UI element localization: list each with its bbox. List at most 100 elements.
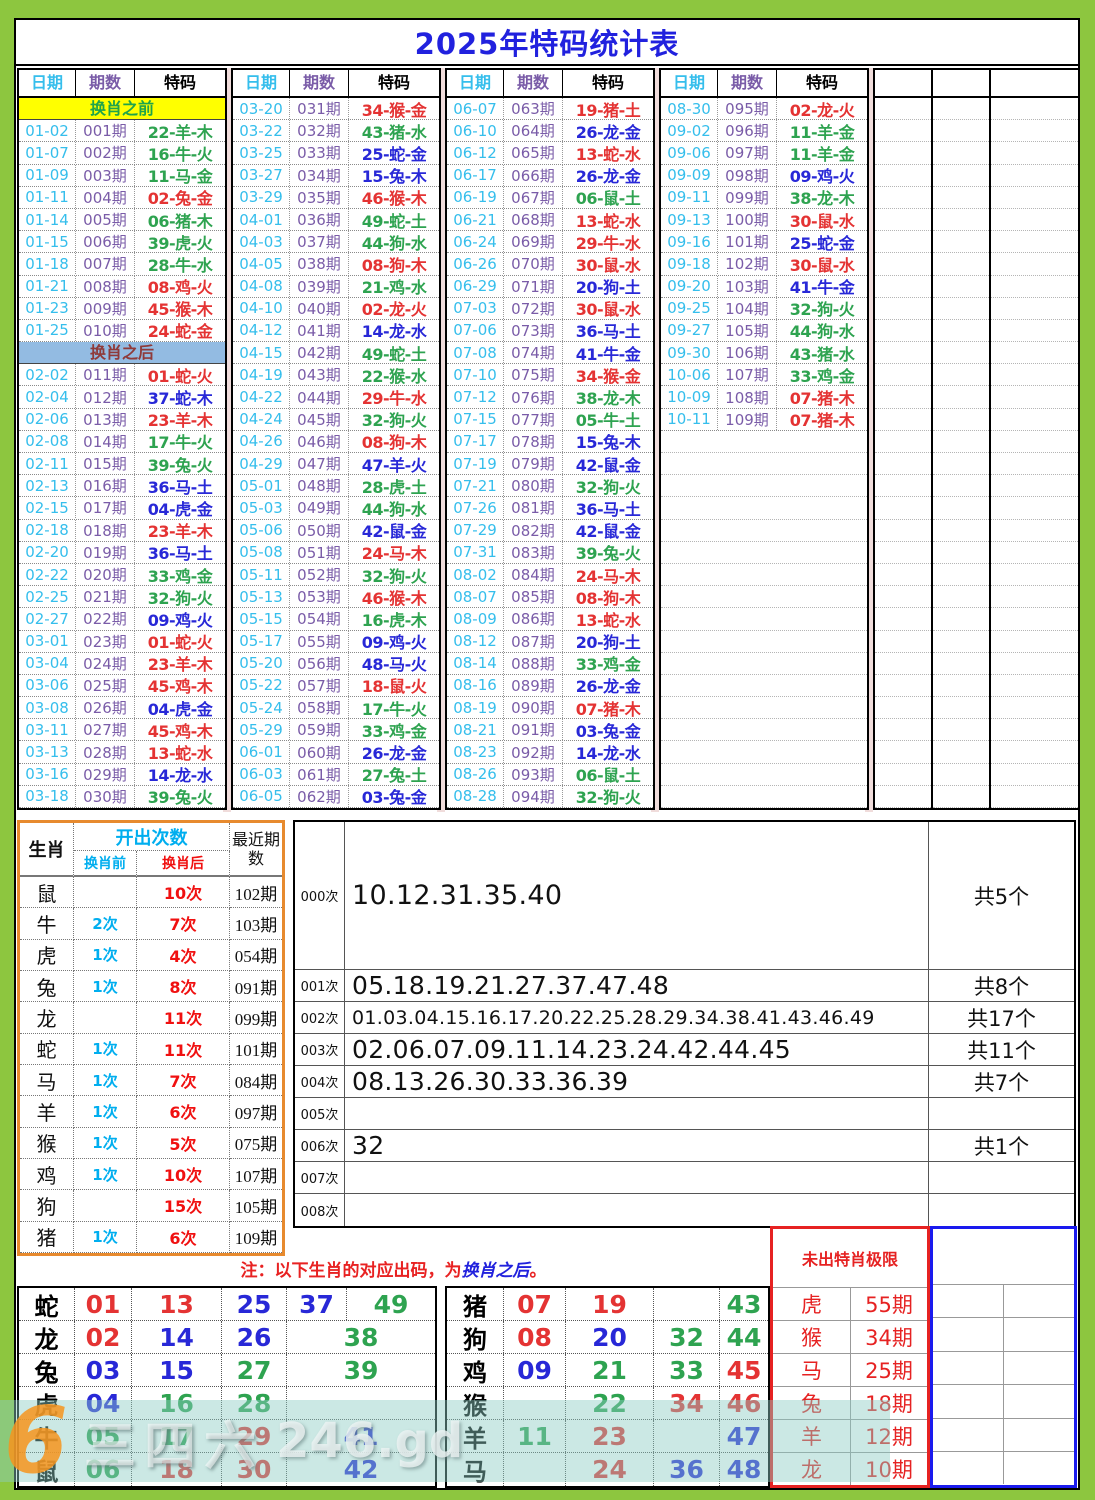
date-cell: 07-10 [447, 366, 503, 384]
blue-grid-cell [933, 1352, 1004, 1384]
draw-row: 01-15006期39-虎-火 [19, 231, 225, 253]
empty-cell [991, 697, 1078, 719]
draw-row: 04-03037期44-狗-水 [233, 231, 439, 253]
period-cell: 016期 [75, 475, 135, 496]
draw-row [661, 453, 867, 475]
number-cell: 41 [287, 1420, 435, 1452]
draw-row: 08-16089期26-龙-金 [447, 675, 653, 697]
special-code-cell: 11-羊-金 [777, 119, 867, 143]
date-cell: 07-15 [447, 410, 503, 428]
number-cell: 21 [566, 1354, 654, 1386]
period-cell: 033期 [289, 142, 349, 163]
empty-cell [933, 453, 991, 475]
special-code-cell: 44-狗-水 [349, 496, 439, 520]
special-code-cell: 14-龙-水 [135, 762, 225, 786]
blue-grid-cell [1004, 1285, 1074, 1317]
draw-row: 03-01023期01-蛇-火 [19, 631, 225, 653]
period-cell: 082期 [503, 520, 563, 541]
date-cell: 08-02 [447, 566, 503, 584]
limit-period: 34期 [851, 1321, 927, 1353]
period-cell: 087期 [503, 631, 563, 652]
period-cell: 010期 [75, 320, 135, 341]
empty-cell [933, 276, 991, 298]
limit-zodiac: 兔 [773, 1387, 851, 1419]
date-cell: 06-26 [447, 255, 503, 273]
date-cell: 06-05 [233, 787, 289, 805]
period-cell: 014期 [75, 431, 135, 452]
empty-cell [991, 741, 1078, 763]
period-cell: 013期 [75, 409, 135, 430]
note-highlight: 换肖之后 [462, 1261, 530, 1281]
date-cell: 05-03 [233, 499, 289, 517]
special-code-cell: 13-蛇-水 [563, 208, 653, 232]
count-label: 006次 [295, 1130, 345, 1161]
date-cell: 02-25 [19, 588, 75, 606]
count-total: 共5个 [928, 822, 1074, 969]
bottom-row: 鼠06183042 [19, 1453, 435, 1486]
empty-cell [991, 564, 1078, 586]
draw-row [661, 586, 867, 608]
draw-row: 03-04024期23-羊-木 [19, 653, 225, 675]
number-cell: 49 [347, 1288, 435, 1320]
date-cell: 06-10 [447, 122, 503, 140]
before-count-cell [74, 1190, 137, 1221]
special-code-cell: 21-鸡-水 [349, 274, 439, 298]
period-cell: 073期 [503, 320, 563, 341]
blue-grid-row [933, 1351, 1074, 1384]
special-code-cell: 42-鼠-金 [563, 518, 653, 542]
draw-row: 09-27105期44-狗-水 [661, 320, 867, 342]
title-bar: 2025年特码统计表 [16, 20, 1078, 66]
period-cell: 103期 [717, 276, 777, 297]
zodiac-label: 狗 [447, 1321, 504, 1353]
date-cell: 05-29 [233, 721, 289, 739]
period-cell: 074期 [503, 342, 563, 363]
period-cell: 045期 [289, 409, 349, 430]
period-cell: 060期 [289, 742, 349, 763]
special-code-cell: 32-狗-火 [135, 585, 225, 609]
empty-cell [875, 142, 933, 164]
special-code-cell: 34-猴-金 [349, 97, 439, 121]
date-cell: 09-11 [661, 188, 717, 206]
number-cell: 20 [566, 1321, 654, 1353]
empty-cell [991, 342, 1078, 364]
date-cell: 08-28 [447, 787, 503, 805]
limit-row: 猴34期 [773, 1320, 927, 1353]
period-cell: 109期 [717, 409, 777, 430]
counts-header: 开出次数 [74, 823, 230, 851]
after-count-cell: 10次 [137, 877, 230, 908]
draw-row: 09-18102期30-鼠-水 [661, 253, 867, 275]
period-column-header: 期数 [717, 70, 777, 96]
special-code-cell: 03-兔-金 [563, 718, 653, 742]
draw-row: 07-26081期36-马-土 [447, 497, 653, 519]
period-cell: 015期 [75, 453, 135, 474]
count-numbers [345, 1162, 928, 1193]
special-code-cell: 15-兔-木 [563, 429, 653, 453]
draw-row [661, 653, 867, 675]
date-cell: 08-26 [447, 765, 503, 783]
period-cell: 024期 [75, 653, 135, 674]
special-code-table: 日期期数特码换肖之前01-02001期22-羊-木01-07002期16-牛-火… [16, 68, 1078, 815]
empty-cell [933, 431, 991, 453]
special-code-cell: 05-牛-土 [563, 407, 653, 431]
zodiac-label: 牛 [19, 1420, 75, 1452]
empty-cell [933, 409, 991, 431]
blue-grid-cell [1004, 1385, 1074, 1417]
number-cell: 30 [222, 1453, 287, 1486]
before-count-cell: 1次 [74, 1034, 137, 1065]
draw-row: 05-06050期42-鼠-金 [233, 520, 439, 542]
date-cell: 08-14 [447, 654, 503, 672]
empty-cell [875, 719, 933, 741]
empty-cell [991, 142, 1078, 164]
empty-cell [991, 475, 1078, 497]
date-cell: 08-30 [661, 100, 717, 118]
draw-row: 04-01036期49-蛇-土 [233, 209, 439, 231]
count-numbers: 08.13.26.30.33.36.39 [345, 1066, 928, 1097]
draw-row: 05-15054期16-虎-木 [233, 608, 439, 630]
draw-row: 07-17078期15-兔-木 [447, 431, 653, 453]
special-code-cell: 08-鸡-火 [135, 274, 225, 298]
period-cell: 096期 [717, 120, 777, 141]
draw-row: 09-25104期32-狗-火 [661, 298, 867, 320]
date-cell: 01-07 [19, 144, 75, 162]
draw-row: 08-21091期03-兔-金 [447, 719, 653, 741]
draw-row: 03-27034期15-兔-木 [233, 165, 439, 187]
